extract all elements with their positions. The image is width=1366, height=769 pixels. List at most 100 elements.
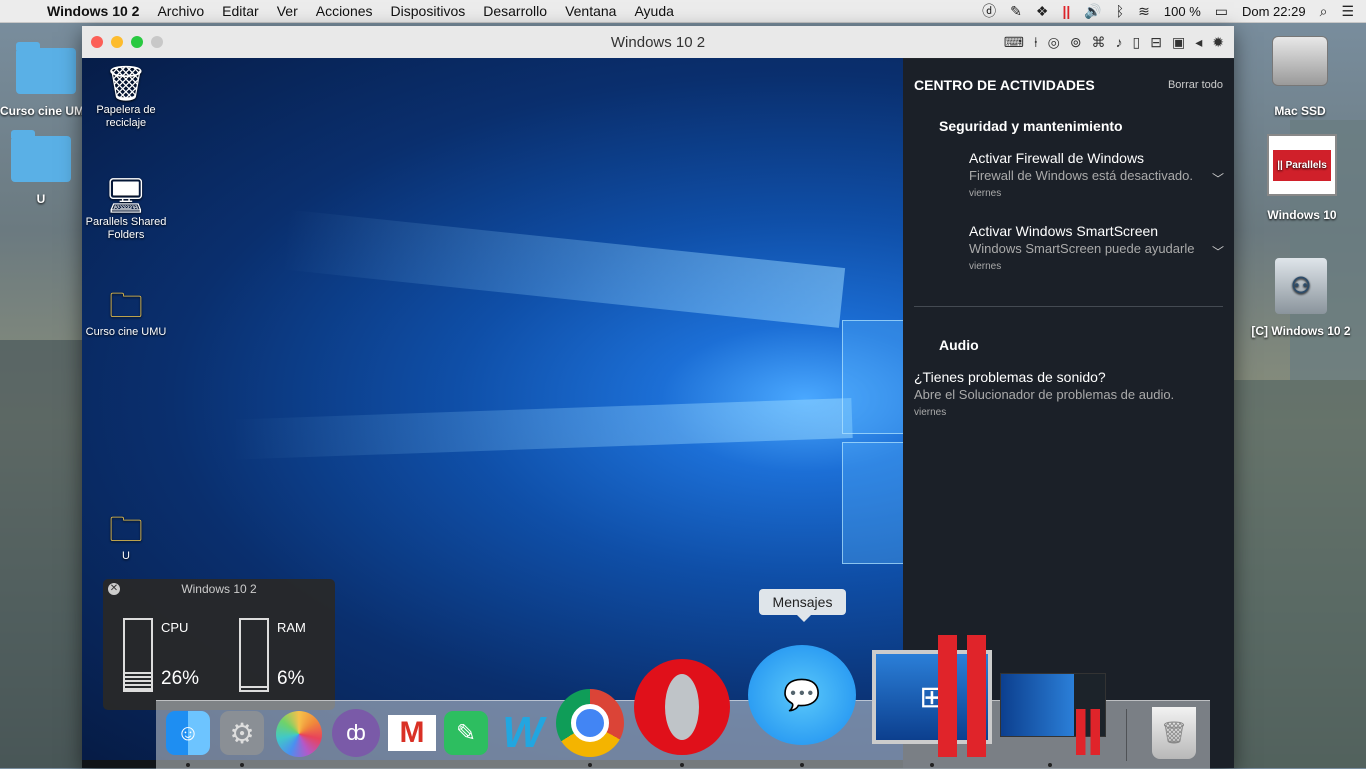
wunderlist-icon[interactable]: W bbox=[498, 708, 548, 757]
dropbox-icon[interactable]: ❖ bbox=[1036, 3, 1049, 20]
dock-tooltip: Mensajes bbox=[759, 589, 846, 622]
windows-logo-pane bbox=[842, 442, 903, 564]
notification-body: Windows SmartScreen puede ayudarle bbox=[969, 241, 1195, 256]
dock-separator bbox=[1126, 709, 1127, 761]
section-audio-title: Audio bbox=[939, 337, 979, 353]
notification-title: Activar Firewall de Windows bbox=[969, 150, 1145, 166]
menu-ventana[interactable]: Ventana bbox=[556, 3, 625, 19]
chrome-icon[interactable] bbox=[556, 689, 624, 757]
parallels-icon[interactable]: || bbox=[1062, 3, 1070, 19]
disk-icon[interactable]: ⊚ bbox=[1070, 34, 1082, 51]
ram-label: RAM bbox=[277, 620, 306, 635]
win-desktop-icon-recycle-bin[interactable]: 🗑 Papelera de reciclaje bbox=[83, 64, 169, 130]
menu-extras: ⓓ ✎ ❖ || 🔊 ᛒ ≋ 100 % ▭ Dom 22:29 ⌕ ☰ bbox=[982, 1, 1366, 21]
section-security-title: Seguridad y mantenimiento bbox=[939, 118, 1123, 134]
evernote-app-icon[interactable]: ✎ bbox=[444, 711, 488, 755]
win-desktop-icon-shared-folders[interactable]: 🖥 Parallels Shared Folders bbox=[83, 176, 169, 242]
mac-icon-label: Mac SSD bbox=[1274, 104, 1326, 118]
minimize-button[interactable] bbox=[111, 36, 123, 48]
menu-desarrollo[interactable]: Desarrollo bbox=[474, 3, 556, 19]
torrent-icon[interactable]: ȸ bbox=[332, 709, 380, 757]
volume-icon[interactable]: 🔊 bbox=[1084, 3, 1101, 20]
wallpaper-building bbox=[1234, 380, 1366, 768]
menu-acciones[interactable]: Acciones bbox=[307, 3, 382, 19]
d-circle-icon[interactable]: ⓓ bbox=[982, 1, 996, 21]
arrow-left-icon[interactable]: ◂ bbox=[1195, 34, 1202, 51]
menu-ver[interactable]: Ver bbox=[268, 3, 307, 19]
battery-percent[interactable]: 100 % bbox=[1164, 4, 1201, 19]
notification-smartscreen[interactable]: Activar Windows SmartScreen Windows Smar… bbox=[969, 223, 1199, 272]
menu-editar[interactable]: Editar bbox=[213, 3, 268, 19]
evernote-icon[interactable]: ✎ bbox=[1010, 3, 1022, 20]
window-controls bbox=[91, 36, 163, 48]
wallpaper-building bbox=[0, 340, 82, 768]
notification-center-icon[interactable]: ☰ bbox=[1341, 3, 1354, 20]
win-desktop-icon-curso-cine[interactable]: 🗀 Curso cine UMU bbox=[83, 286, 169, 339]
notification-audio[interactable]: ¿Tienes problemas de sonido? Abre el Sol… bbox=[914, 369, 1204, 418]
folder-icon: 🗀 bbox=[109, 511, 143, 549]
system-preferences-icon[interactable]: ⚙ bbox=[220, 711, 264, 755]
menu-ayuda[interactable]: Ayuda bbox=[625, 3, 682, 19]
chevron-down-icon[interactable]: ﹀ bbox=[1212, 170, 1224, 187]
mac-desktop-icon-curso-cine[interactable]: Curso cine UMU bbox=[0, 42, 92, 118]
trash-icon[interactable]: 🗑 bbox=[1152, 707, 1196, 759]
opera-icon[interactable] bbox=[634, 659, 730, 755]
mac-desktop-icon-c-windows[interactable]: ⚇ [C] Windows 10 2 bbox=[1244, 258, 1358, 338]
chevron-down-icon[interactable]: ﹀ bbox=[1212, 243, 1224, 260]
opera-hole bbox=[665, 674, 699, 740]
folder-icon bbox=[11, 130, 71, 182]
battery-icon[interactable]: ▭ bbox=[1215, 3, 1228, 20]
sound-icon[interactable]: ♪ bbox=[1116, 34, 1123, 51]
folder-icon: 🗀 bbox=[109, 287, 143, 325]
win-icon-label: Curso cine UMU bbox=[85, 326, 167, 338]
cpu-value: 26% bbox=[161, 668, 200, 689]
tablet-icon[interactable]: ▯ bbox=[1133, 34, 1141, 51]
menu-clock[interactable]: Dom 22:29 bbox=[1242, 4, 1306, 19]
terminal-icon[interactable]: ▣ bbox=[1172, 34, 1185, 51]
menu-app-name[interactable]: Windows 10 2 bbox=[38, 3, 148, 19]
mac-icon-label: U bbox=[36, 192, 46, 206]
close-icon[interactable]: ✕ bbox=[108, 583, 120, 595]
resource-monitor-widget[interactable]: ✕ Windows 10 2 CPU 26% RAM 6% bbox=[103, 579, 335, 710]
menu-archivo[interactable]: Archivo bbox=[148, 3, 213, 19]
cd-icon[interactable]: ◎ bbox=[1048, 34, 1060, 51]
mac-desktop-icon-u[interactable]: U bbox=[10, 130, 72, 206]
wallpaper-light-beam bbox=[231, 398, 853, 460]
photos-icon[interactable] bbox=[276, 711, 322, 757]
parallels-bars-small-icon bbox=[1076, 709, 1100, 755]
messages-icon[interactable]: 💬 bbox=[748, 645, 856, 745]
parallels-vm-icon: || Parallels bbox=[1267, 134, 1337, 196]
gmail-icon[interactable]: M bbox=[388, 715, 436, 751]
win-desktop-icon-u[interactable]: 🗀 U bbox=[83, 510, 169, 563]
mac-icon-label: Curso cine UMU bbox=[0, 104, 82, 118]
zoom-button[interactable] bbox=[131, 36, 143, 48]
clear-all-link[interactable]: Borrar todo bbox=[1168, 79, 1223, 91]
notification-firewall[interactable]: Activar Firewall de Windows Firewall de … bbox=[969, 150, 1199, 199]
monitor-title: Windows 10 2 bbox=[181, 582, 257, 596]
running-indicator bbox=[930, 763, 934, 767]
chrome-center bbox=[571, 704, 609, 742]
spotlight-search-icon[interactable]: ⌕ bbox=[1320, 3, 1328, 20]
vm-title-bar[interactable]: Windows 10 2 ⌨ ⍿ ◎ ⊚ ⌘ ♪ ▯ ⊟ ▣ ◂ ✹ bbox=[82, 26, 1234, 59]
shared-folders-icon: 🖥 bbox=[104, 177, 148, 215]
running-indicator bbox=[680, 763, 684, 767]
mac-desktop-icon-windows10[interactable]: || Parallels Windows 10 bbox=[1260, 134, 1344, 222]
shared-folder-icon[interactable]: ⊟ bbox=[1150, 34, 1162, 51]
finder-icon[interactable]: ☺ bbox=[166, 711, 210, 755]
gear-icon[interactable]: ✹ bbox=[1212, 34, 1224, 51]
network-drive-icon: ⚇ bbox=[1275, 258, 1327, 314]
fullscreen-button[interactable] bbox=[151, 36, 163, 48]
mac-desktop-icon-mac-ssd[interactable]: Mac SSD bbox=[1260, 36, 1340, 118]
usb-icon[interactable]: ⍿ bbox=[1034, 34, 1038, 51]
cpu-gauge bbox=[123, 618, 153, 692]
mac-icon-label: [C] Windows 10 2 bbox=[1251, 324, 1351, 338]
menu-dispositivos[interactable]: Dispositivos bbox=[382, 3, 475, 19]
keyboard-icon[interactable]: ⌨ bbox=[1004, 34, 1024, 51]
win-icon-label: Papelera de reciclaje bbox=[96, 104, 156, 129]
close-button[interactable] bbox=[91, 36, 103, 48]
windows-logo-pane bbox=[842, 320, 903, 434]
network-icon[interactable]: ⌘ bbox=[1092, 34, 1106, 51]
recycle-bin-icon: 🗑 bbox=[104, 65, 148, 103]
bluetooth-icon[interactable]: ᛒ bbox=[1116, 3, 1124, 19]
wifi-icon[interactable]: ≋ bbox=[1138, 3, 1150, 20]
